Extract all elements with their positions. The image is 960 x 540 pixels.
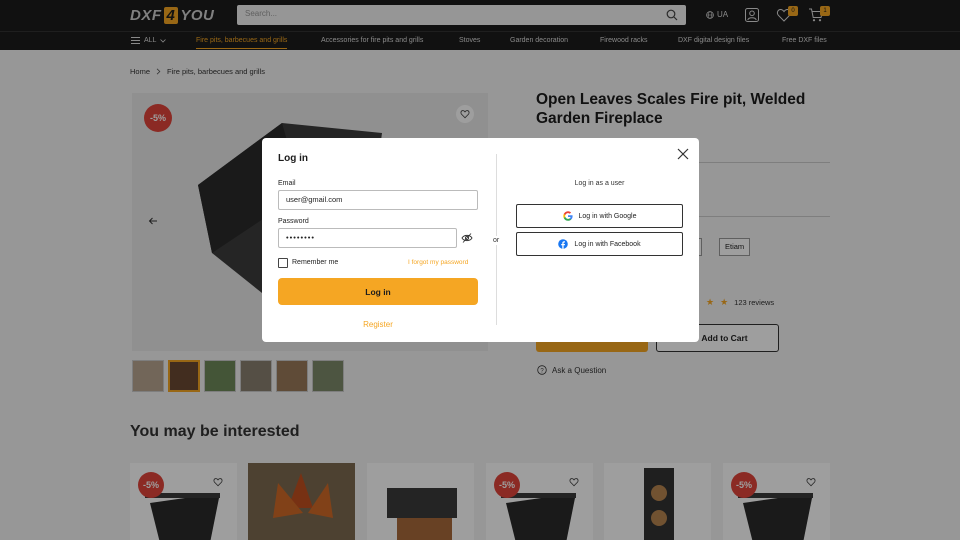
facebook-icon <box>558 239 569 249</box>
register-link[interactable]: Register <box>278 320 478 329</box>
password-label: Password <box>278 218 309 225</box>
forgot-password-link[interactable]: I forgot my password <box>408 259 468 266</box>
eye-off-icon[interactable] <box>461 232 473 244</box>
email-label: Email <box>278 180 296 187</box>
close-icon[interactable] <box>677 148 689 160</box>
login-button[interactable]: Log in <box>278 278 478 305</box>
remember-me-checkbox[interactable] <box>278 258 288 268</box>
modal-title: Log in <box>278 153 308 164</box>
social-login-heading: Log in as a user <box>574 180 625 187</box>
login-modal: Log in Email user@gmail.com Password •••… <box>262 138 699 342</box>
password-field[interactable]: •••••••• <box>278 228 457 248</box>
email-field[interactable]: user@gmail.com <box>278 190 478 210</box>
facebook-login-button[interactable]: Log in with Facebook <box>516 232 683 256</box>
google-icon <box>562 211 573 221</box>
facebook-login-label: Log in with Facebook <box>574 240 641 248</box>
remember-me-label[interactable]: Remember me <box>292 259 338 266</box>
google-login-label: Log in with Google <box>578 212 637 220</box>
or-separator: or <box>493 236 500 245</box>
google-login-button[interactable]: Log in with Google <box>516 204 683 228</box>
